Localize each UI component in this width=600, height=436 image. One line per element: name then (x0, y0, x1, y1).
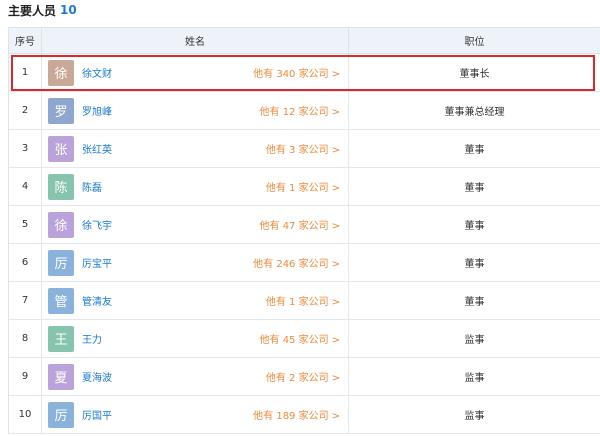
row-name-cell: 徐 徐飞宇 他有 47 家公司 > (42, 206, 349, 243)
person-name-link[interactable]: 徐飞宇 (82, 217, 112, 232)
row-position: 董事兼总经理 (444, 107, 505, 118)
avatar: 王 (48, 325, 74, 352)
table-row: 9 夏 夏海波 他有 2 家公司 > 监事 (9, 358, 600, 396)
chevron-right-icon: > (331, 373, 340, 384)
row-position: 董事 (464, 221, 485, 232)
chevron-right-icon: > (331, 335, 340, 346)
person-name-link[interactable]: 管清友 (82, 293, 112, 308)
row-index: 5 (9, 206, 42, 243)
chevron-right-icon: > (331, 259, 340, 270)
section-count: 10 (60, 3, 77, 17)
chevron-right-icon: > (331, 107, 340, 118)
row-position: 监事 (464, 373, 485, 384)
row-index: 1 (9, 54, 42, 91)
avatar: 张 (48, 135, 74, 162)
header-position: 职位 (464, 37, 485, 48)
avatar: 徐 (48, 59, 74, 86)
avatar: 徐 (48, 211, 74, 238)
person-name-link[interactable]: 王力 (82, 331, 102, 346)
chevron-right-icon: > (331, 183, 340, 194)
section-header: 主要人员 10 (8, 0, 77, 20)
row-index: 3 (9, 130, 42, 167)
row-name-cell: 罗 罗旭峰 他有 12 家公司 > (42, 92, 349, 129)
row-name-cell: 管 管清友 他有 1 家公司 > (42, 282, 349, 319)
row-index: 6 (9, 244, 42, 281)
person-name-link[interactable]: 张红英 (82, 141, 112, 156)
table-row: 8 王 王力 他有 45 家公司 > 监事 (9, 320, 600, 358)
table-row: 2 罗 罗旭峰 他有 12 家公司 > 董事兼总经理 (9, 92, 600, 130)
header-name: 姓名 (42, 28, 349, 53)
row-name-cell: 陈 陈磊 他有 1 家公司 > (42, 168, 349, 205)
table-row: 10 厉 厉国平 他有 189 家公司 > 监事 (9, 396, 600, 434)
avatar: 陈 (48, 173, 74, 200)
table-row: 4 陈 陈磊 他有 1 家公司 > 董事 (9, 168, 600, 206)
row-index: 9 (9, 358, 42, 395)
row-index: 2 (9, 92, 42, 129)
row-position: 董事 (464, 145, 485, 156)
table-row: 1 徐 徐文财 他有 340 家公司 > 董事长 (9, 54, 600, 92)
companies-link[interactable]: 他有 3 家公司 > (266, 141, 340, 156)
row-position: 董事 (464, 259, 485, 270)
row-index: 7 (9, 282, 42, 319)
row-name-cell: 厉 厉国平 他有 189 家公司 > (42, 396, 349, 433)
person-name-link[interactable]: 厉宝平 (82, 255, 112, 270)
table-body: 1 徐 徐文财 他有 340 家公司 > 董事长 2 罗 罗旭峰 他有 12 家公… (9, 54, 600, 434)
avatar: 厉 (48, 249, 74, 276)
chevron-right-icon: > (331, 145, 340, 156)
companies-link[interactable]: 他有 2 家公司 > (266, 369, 340, 384)
person-name-link[interactable]: 罗旭峰 (82, 103, 112, 118)
avatar: 罗 (48, 97, 74, 124)
avatar: 管 (48, 287, 74, 314)
person-name-link[interactable]: 厉国平 (82, 407, 112, 422)
companies-link[interactable]: 他有 246 家公司 > (253, 255, 340, 270)
avatar: 厉 (48, 401, 74, 428)
companies-link[interactable]: 他有 1 家公司 > (266, 179, 340, 194)
table-row: 5 徐 徐飞宇 他有 47 家公司 > 董事 (9, 206, 600, 244)
row-name-cell: 夏 夏海波 他有 2 家公司 > (42, 358, 349, 395)
companies-link[interactable]: 他有 189 家公司 > (253, 407, 340, 422)
chevron-right-icon: > (331, 69, 340, 80)
table-row: 7 管 管清友 他有 1 家公司 > 董事 (9, 282, 600, 320)
row-name-cell: 张 张红英 他有 3 家公司 > (42, 130, 349, 167)
row-position: 董事 (464, 297, 485, 308)
row-name-cell: 厉 厉宝平 他有 246 家公司 > (42, 244, 349, 281)
row-name-cell: 徐 徐文财 他有 340 家公司 > (42, 54, 349, 91)
table-row: 6 厉 厉宝平 他有 246 家公司 > 董事 (9, 244, 600, 282)
avatar: 夏 (48, 363, 74, 390)
table-header-row: 序号 姓名 职位 (9, 28, 600, 54)
row-position: 监事 (464, 335, 485, 346)
companies-link[interactable]: 他有 1 家公司 > (266, 293, 340, 308)
chevron-right-icon: > (331, 411, 340, 422)
section-title: 主要人员 (8, 3, 57, 18)
companies-link[interactable]: 他有 12 家公司 > (260, 103, 340, 118)
table-row: 3 张 张红英 他有 3 家公司 > 董事 (9, 130, 600, 168)
row-position: 董事长 (459, 69, 490, 80)
row-name-cell: 王 王力 他有 45 家公司 > (42, 320, 349, 357)
row-index: 4 (9, 168, 42, 205)
row-index: 10 (9, 396, 42, 433)
companies-link[interactable]: 他有 45 家公司 > (260, 331, 340, 346)
person-name-link[interactable]: 陈磊 (82, 179, 102, 194)
row-index: 8 (9, 320, 42, 357)
companies-link[interactable]: 他有 340 家公司 > (253, 65, 340, 80)
personnel-table: 序号 姓名 职位 1 徐 徐文财 他有 340 家公司 > 董事长 2 罗 罗旭峰… (8, 27, 600, 434)
person-name-link[interactable]: 夏海波 (82, 369, 112, 384)
row-position: 董事 (464, 183, 485, 194)
header-index: 序号 (9, 28, 42, 53)
chevron-right-icon: > (331, 297, 340, 308)
companies-link[interactable]: 他有 47 家公司 > (260, 217, 340, 232)
chevron-right-icon: > (331, 221, 340, 232)
person-name-link[interactable]: 徐文财 (82, 65, 112, 80)
row-position: 监事 (464, 411, 485, 422)
